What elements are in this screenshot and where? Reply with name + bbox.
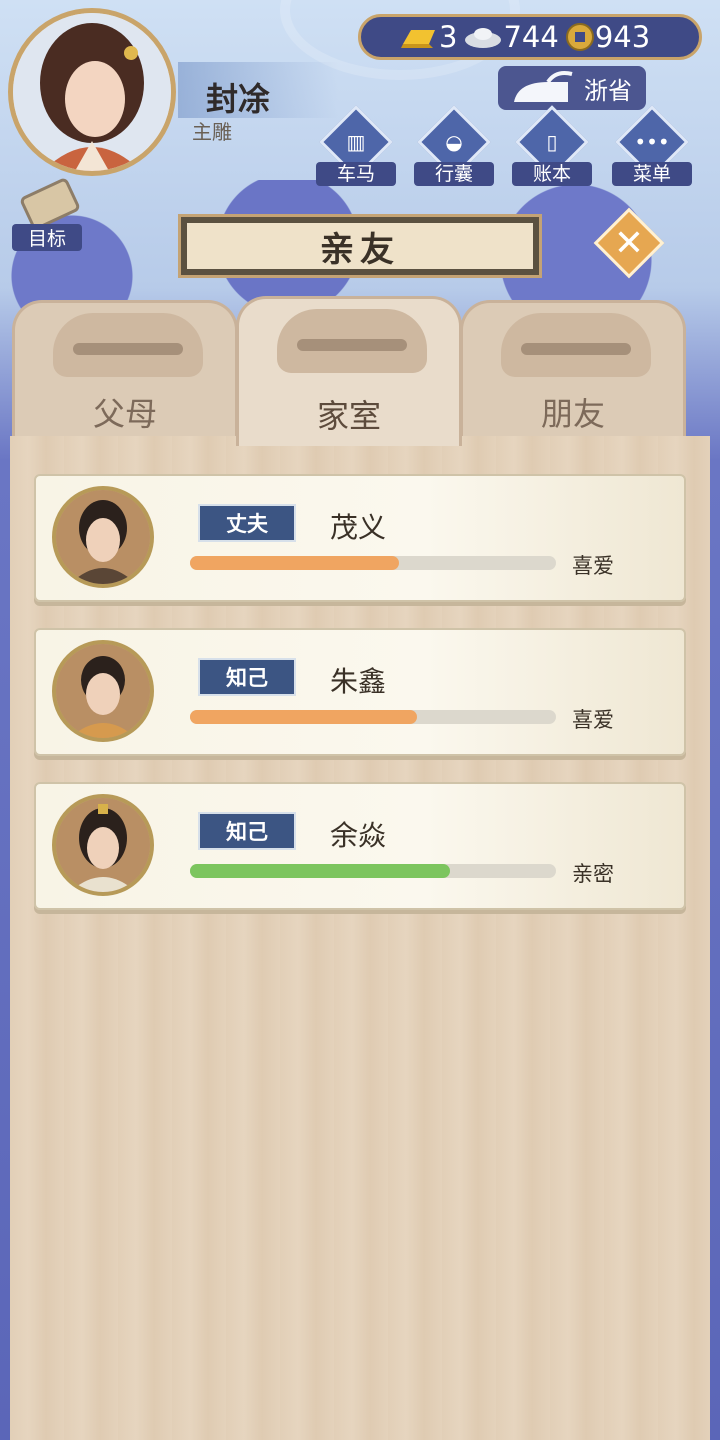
relation-role-badge: 知己 [198, 812, 296, 850]
avatar [52, 486, 154, 588]
avatar [52, 794, 154, 896]
relation-card[interactable]: 丈夫 茂义 喜爱 [34, 474, 686, 602]
bag-button[interactable]: ◒ 行囊 [414, 105, 494, 190]
bag-label: 行囊 [414, 162, 494, 186]
tab-friends-label: 朋友 [540, 395, 605, 433]
province-label: 浙省 [584, 76, 632, 105]
tab-parents-label: 父母 [92, 395, 157, 433]
menu-dots-icon: ••• [634, 130, 670, 154]
affection-bar-fill [190, 864, 450, 878]
relation-name: 茂义 [330, 511, 387, 544]
currency-bar: 3 744 943 [358, 14, 702, 60]
player-avatar[interactable] [8, 8, 176, 176]
bag-icon: ◒ [445, 130, 463, 154]
ledger-icon: ▯ [546, 130, 558, 154]
gold-bar-icon [401, 30, 435, 48]
cloud-crest-icon [501, 313, 651, 377]
menu-label: 菜单 [612, 162, 692, 186]
carriage-icon: ▥ [346, 130, 366, 154]
affection-level: 亲密 [572, 862, 614, 886]
relation-card[interactable]: 知己 余焱 亲密 [34, 782, 686, 910]
portrait-icon [56, 798, 150, 892]
close-icon[interactable]: ✕ [604, 218, 654, 268]
player-portrait-icon [13, 13, 171, 171]
panel-title: 亲友 [320, 229, 400, 270]
panel-title-plaque: 亲友 [178, 214, 542, 278]
ledger-label: 账本 [512, 162, 592, 186]
portrait-icon [56, 490, 150, 584]
carriage-label: 车马 [316, 162, 396, 186]
affection-level: 喜爱 [572, 708, 614, 732]
tab-family[interactable]: 家室 [236, 296, 462, 446]
coin-amount: 943 [594, 20, 651, 54]
tab-friends[interactable]: 朋友 [460, 300, 686, 446]
relation-card[interactable]: 知己 朱鑫 喜爱 [34, 628, 686, 756]
avatar [52, 640, 154, 742]
ledger-button[interactable]: ▯ 账本 [512, 105, 592, 190]
affection-bar [190, 864, 556, 878]
carriage-button[interactable]: ▥ 车马 [316, 105, 396, 190]
silver-amount: 744 [503, 20, 559, 54]
affection-bar-fill [190, 710, 417, 724]
relation-name: 朱鑫 [330, 665, 387, 698]
iron-icon [514, 71, 573, 102]
menu-button[interactable]: ••• 菜单 [612, 105, 692, 190]
affection-bar [190, 710, 556, 724]
affection-level: 喜爱 [572, 554, 614, 578]
affection-bar-fill [190, 556, 399, 570]
gold-amount: 3 [439, 20, 458, 54]
silver-ingot-icon [465, 28, 502, 48]
goal-button[interactable]: 目标 [12, 176, 82, 251]
player-name: 封凃 [206, 80, 271, 118]
affection-bar [190, 556, 556, 570]
relation-role-badge: 丈夫 [198, 504, 296, 542]
province-button[interactable]: 浙省 [498, 66, 646, 110]
tab-family-label: 家室 [316, 397, 381, 435]
portrait-icon [56, 644, 150, 738]
goal-label: 目标 [12, 224, 82, 251]
cloud-crest-icon [53, 313, 203, 377]
cloud-crest-icon [277, 309, 427, 373]
copper-coin-icon [565, 23, 594, 51]
player-title: 主雕 [192, 120, 232, 144]
relation-name: 余焱 [330, 819, 387, 852]
tab-parents[interactable]: 父母 [12, 300, 238, 446]
relation-role-badge: 知己 [198, 658, 296, 696]
